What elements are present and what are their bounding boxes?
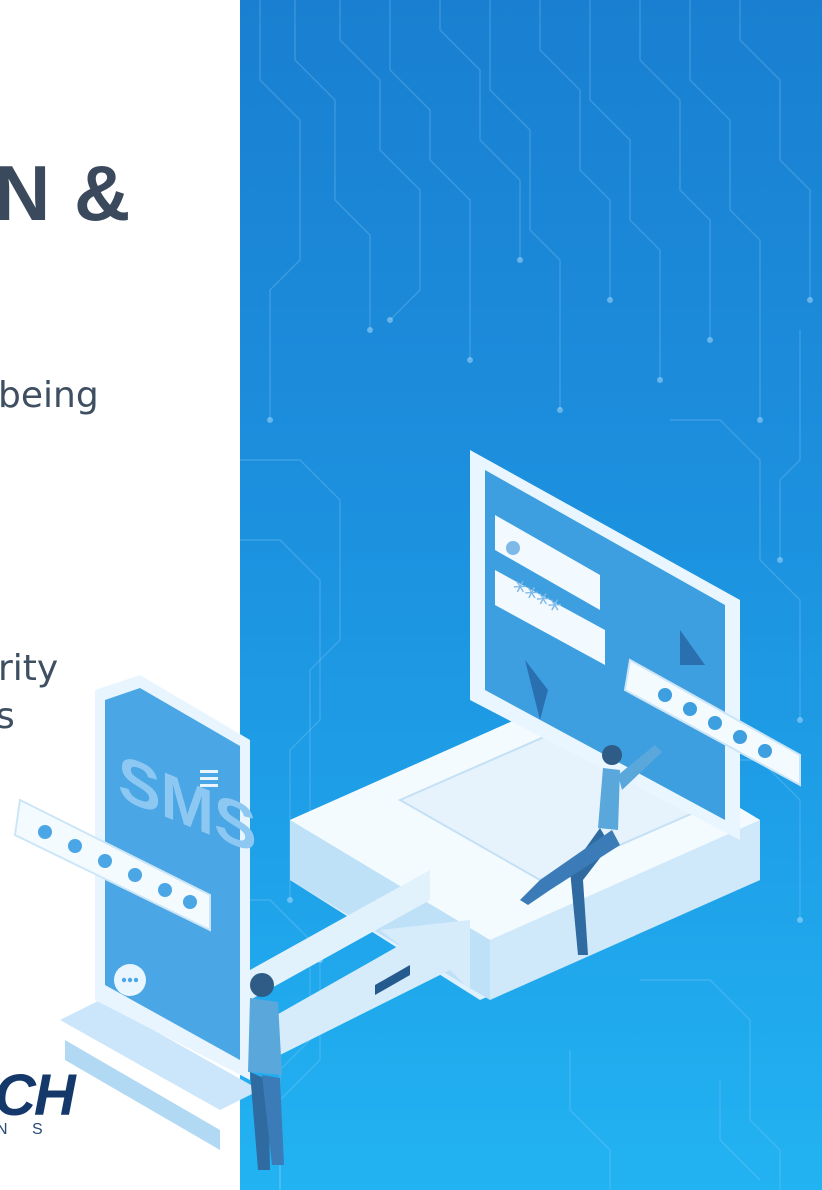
logo-mark: CH — [0, 1063, 76, 1128]
body-text-fragment-3: s — [0, 696, 15, 737]
body-text-fragment-1: being — [0, 375, 99, 416]
company-logo: CH N S — [0, 1062, 114, 1172]
left-text-panel: N & being rity s CH N S — [0, 0, 240, 1190]
page-canvas: N & being rity s CH N S **** SMS — [0, 0, 822, 1190]
circuit-pattern — [240, 0, 813, 1190]
body-text-fragment-2: rity — [0, 648, 59, 689]
circuit-background — [240, 0, 822, 1190]
page-title-fragment: N & — [0, 149, 132, 237]
